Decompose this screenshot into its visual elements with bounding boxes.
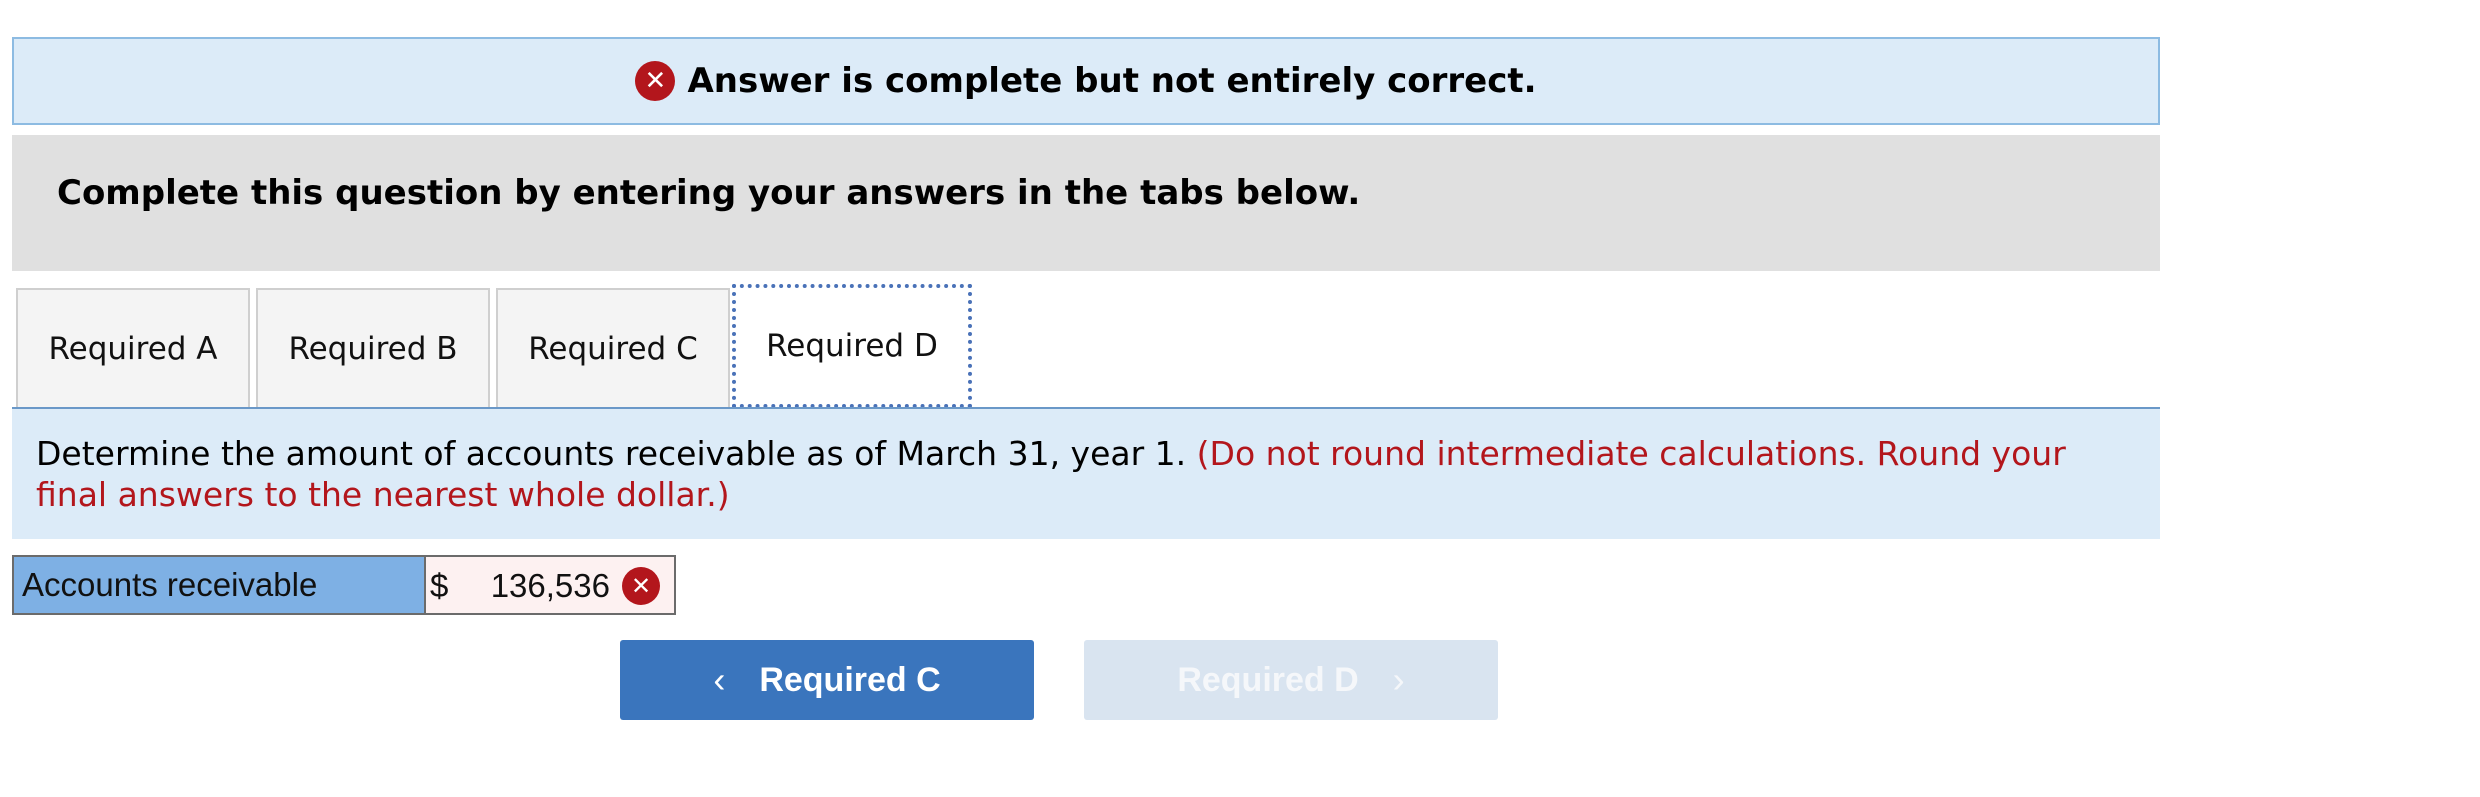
incorrect-x-icon: ✕ xyxy=(622,567,660,605)
tab-required-c[interactable]: Required C xyxy=(496,288,730,408)
prev-required-c-button[interactable]: ‹ Required C xyxy=(620,640,1034,720)
question-panel: Determine the amount of accounts receiva… xyxy=(12,409,2160,539)
tab-required-b[interactable]: Required B xyxy=(256,288,490,408)
x-circle-icon: ✕ xyxy=(635,61,676,101)
chevron-left-icon: ‹ xyxy=(713,659,726,700)
accounts-receivable-label: Accounts receivable xyxy=(14,557,426,613)
instructions-panel: Complete this question by entering your … xyxy=(12,135,2160,271)
prev-button-label: Required C xyxy=(759,660,941,699)
tab-required-a[interactable]: Required A xyxy=(16,288,250,408)
next-button-label: Required D xyxy=(1177,660,1359,699)
instructions-text: Complete this question by entering your … xyxy=(57,173,1361,213)
chevron-right-icon: › xyxy=(1392,659,1405,700)
question-text: Determine the amount of accounts receiva… xyxy=(36,434,1187,473)
accounts-receivable-input[interactable]: $ 136,536 ✕ xyxy=(426,557,674,613)
result-alert-banner: ✕ Answer is complete but not entirely co… xyxy=(12,37,2160,125)
page: ✕ Answer is complete but not entirely co… xyxy=(0,0,2480,797)
currency-symbol: $ xyxy=(430,567,449,604)
next-required-d-button[interactable]: Required D › xyxy=(1084,640,1498,720)
alert-message: Answer is complete but not entirely corr… xyxy=(687,61,1537,101)
accounts-receivable-value: 136,536 xyxy=(490,567,610,604)
answer-table: Accounts receivable $ 136,536 ✕ xyxy=(12,555,676,615)
tab-required-d[interactable]: Required D xyxy=(732,284,972,408)
